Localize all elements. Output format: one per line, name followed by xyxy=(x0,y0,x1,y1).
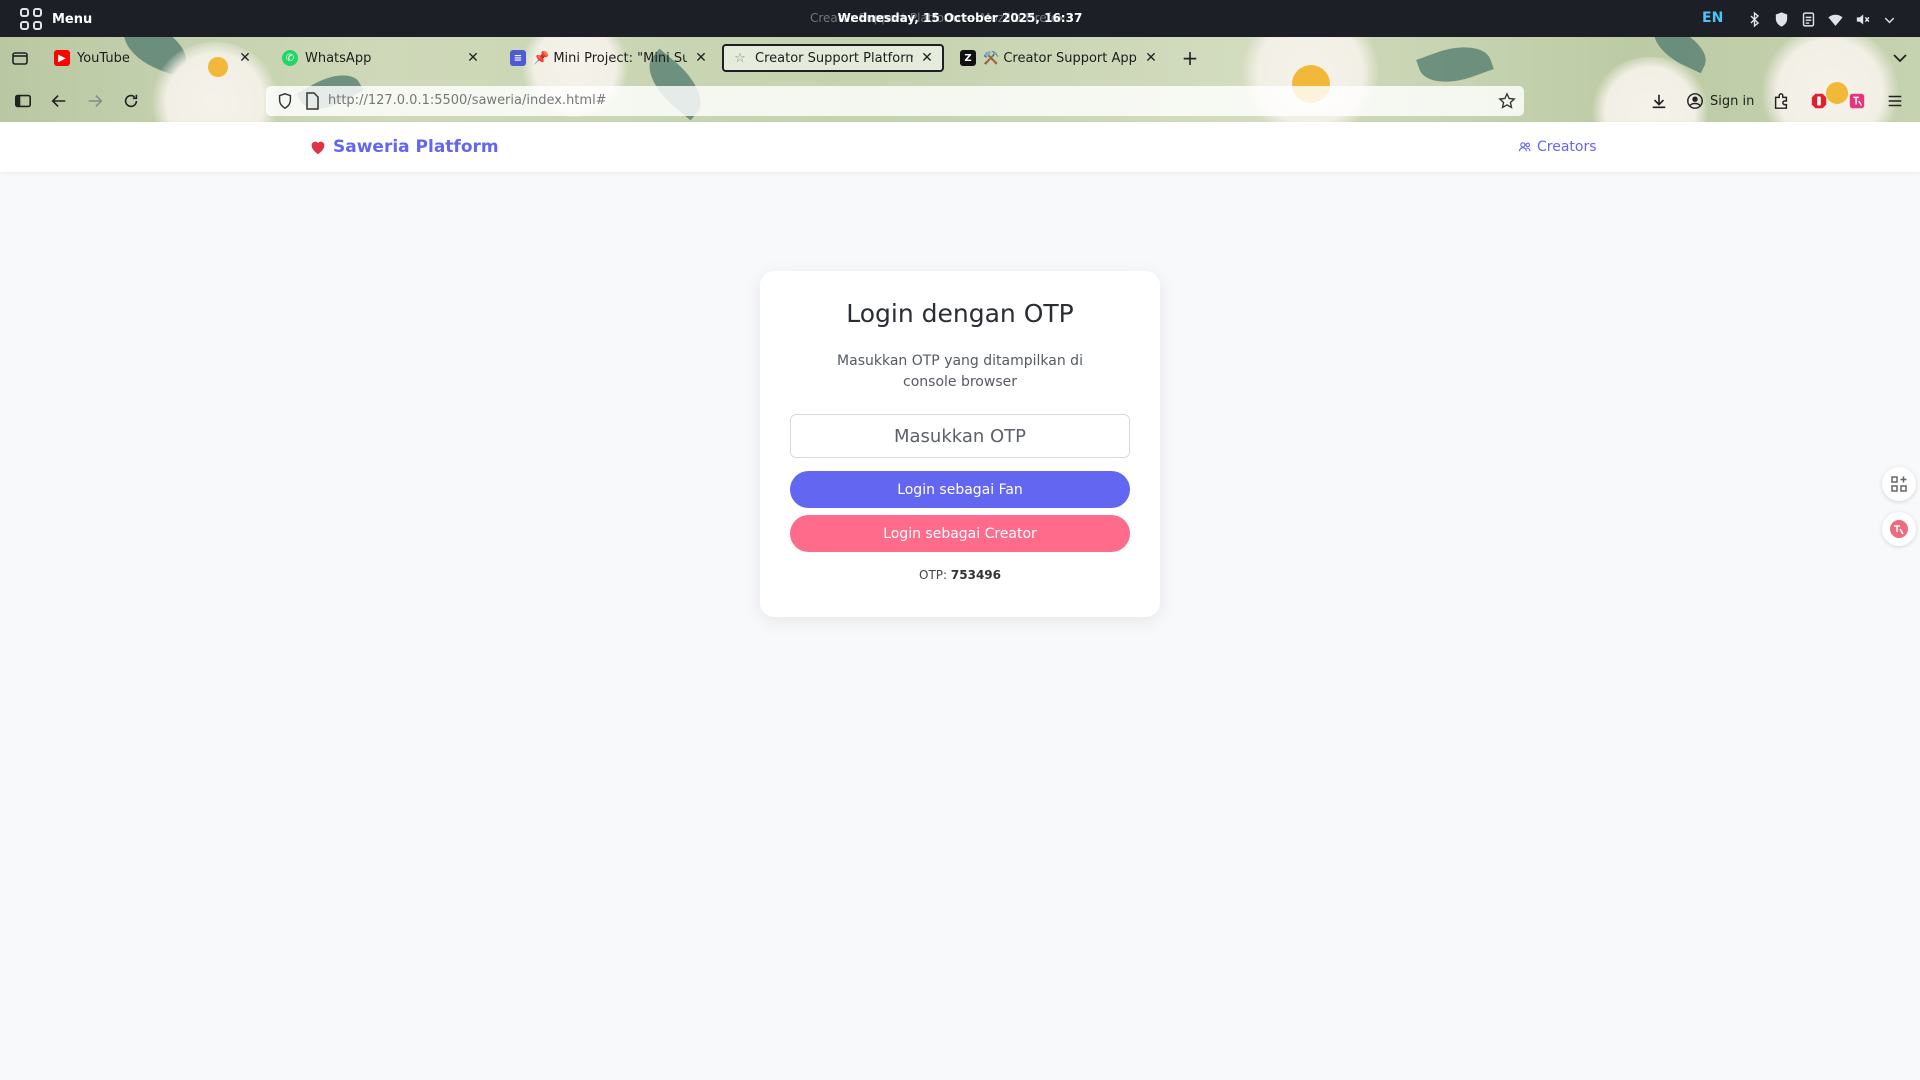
extensions-puzzle-icon[interactable] xyxy=(1770,90,1792,112)
os-top-bar: Menu Creator Support Platform — Mozilla … xyxy=(0,0,1920,37)
whatsapp-icon: ✆ xyxy=(282,50,298,66)
clipboard-icon[interactable] xyxy=(1800,11,1817,28)
login-description: Masukkan OTP yang ditampilkan di console… xyxy=(837,353,1083,390)
reload-icon[interactable] xyxy=(120,90,142,112)
tab-whatsapp[interactable]: ✆ WhatsApp ✕ xyxy=(274,44,488,72)
nav-creators-link[interactable]: Creators xyxy=(1518,122,1597,172)
star-icon: ☆ xyxy=(734,50,746,66)
volume-icon[interactable] xyxy=(1854,11,1871,28)
account-sign-in[interactable]: Sign in xyxy=(1686,88,1754,114)
adblock-extension-icon[interactable] xyxy=(1808,90,1830,112)
sidebar-toggle-icon[interactable] xyxy=(12,90,34,112)
tab-list-icon[interactable] xyxy=(10,48,30,68)
tab-title: Creator Support Platform - Mozilla xyxy=(755,50,913,66)
tracking-shield-icon[interactable] xyxy=(276,92,294,110)
address-bar[interactable] xyxy=(266,86,1524,116)
site-navbar: Saweria Platform Creators xyxy=(0,122,1920,172)
otp-input[interactable] xyxy=(790,414,1130,458)
tab-overflow-chevron-icon[interactable] xyxy=(1890,48,1910,68)
close-tab-icon[interactable]: ✕ xyxy=(694,50,708,66)
account-icon xyxy=(1687,93,1703,109)
youtube-icon: ▶ xyxy=(54,50,70,66)
os-menu-label: Menu xyxy=(52,11,93,27)
floating-side-widget xyxy=(1880,467,1920,555)
sign-in-label: Sign in xyxy=(1710,93,1755,109)
creators-label: Creators xyxy=(1537,139,1597,155)
page-info-icon[interactable] xyxy=(304,92,320,110)
tab-creator-support-app[interactable]: Z ⚒️ Creator Support App | Z.ai ✕ xyxy=(952,44,1166,72)
translate-extension-icon[interactable] xyxy=(1846,90,1868,112)
side-apps-button[interactable] xyxy=(1882,467,1916,501)
tab-title: YouTube xyxy=(77,50,130,66)
tab-title: ⚒️ Creator Support App | Z.ai xyxy=(983,50,1137,66)
hamburger-menu-icon[interactable] xyxy=(1884,90,1906,112)
url-input[interactable] xyxy=(328,86,1228,116)
window-title: Creator Support Platform — Mozilla Firef… xyxy=(810,11,1065,25)
close-tab-icon[interactable]: ✕ xyxy=(1144,50,1158,66)
power-icon[interactable] xyxy=(1881,11,1898,28)
downloads-icon[interactable] xyxy=(1648,90,1670,112)
os-menu-button[interactable]: Menu xyxy=(20,8,92,30)
side-translate-button[interactable] xyxy=(1882,512,1916,546)
app-grid-icon xyxy=(20,8,42,30)
users-icon xyxy=(1518,142,1531,152)
otp-hint: OTP: 753496 xyxy=(760,568,1160,582)
tab-mini-project[interactable]: ≡ 📌 Mini Project: "Mini Support ✕ xyxy=(502,44,716,72)
forward-arrow-icon[interactable] xyxy=(84,90,106,112)
login-creator-button[interactable]: Login sebagai Creator xyxy=(790,515,1130,552)
otp-login-card: Login dengan OTP Masukkan OTP yang ditam… xyxy=(760,271,1160,617)
otp-label: OTP: xyxy=(919,568,948,582)
heart-icon xyxy=(311,141,325,155)
system-tray xyxy=(1746,9,1898,29)
tab-youtube[interactable]: ▶ YouTube ✕ xyxy=(46,44,260,72)
translate-icon xyxy=(1890,520,1908,538)
login-fan-button[interactable]: Login sebagai Fan xyxy=(790,471,1130,508)
wifi-icon[interactable] xyxy=(1827,11,1844,28)
new-tab-button[interactable]: + xyxy=(1180,44,1200,72)
close-tab-icon[interactable]: ✕ xyxy=(920,50,934,66)
back-arrow-icon[interactable] xyxy=(48,90,70,112)
close-tab-icon[interactable]: ✕ xyxy=(466,50,480,66)
login-title: Login dengan OTP xyxy=(846,299,1074,328)
keyboard-language[interactable]: EN xyxy=(1702,0,1723,37)
otp-value: 753496 xyxy=(950,568,1001,582)
bookmark-star-icon[interactable] xyxy=(1498,92,1516,110)
shield-tray-icon[interactable] xyxy=(1773,11,1790,28)
docs-icon: ≡ xyxy=(510,50,526,66)
tab-creator-support-platform[interactable]: ☆ Creator Support Platform - Mozilla ✕ xyxy=(722,44,944,72)
add-apps-icon xyxy=(1891,476,1907,492)
tab-title: WhatsApp xyxy=(305,50,372,66)
zai-icon: Z xyxy=(960,50,976,66)
bluetooth-icon[interactable] xyxy=(1746,11,1763,28)
close-tab-icon[interactable]: ✕ xyxy=(238,50,252,66)
tab-title: 📌 Mini Project: "Mini Support xyxy=(533,50,687,66)
brand-link[interactable]: Saweria Platform xyxy=(309,122,499,172)
brand-name: Saweria Platform xyxy=(333,137,499,157)
